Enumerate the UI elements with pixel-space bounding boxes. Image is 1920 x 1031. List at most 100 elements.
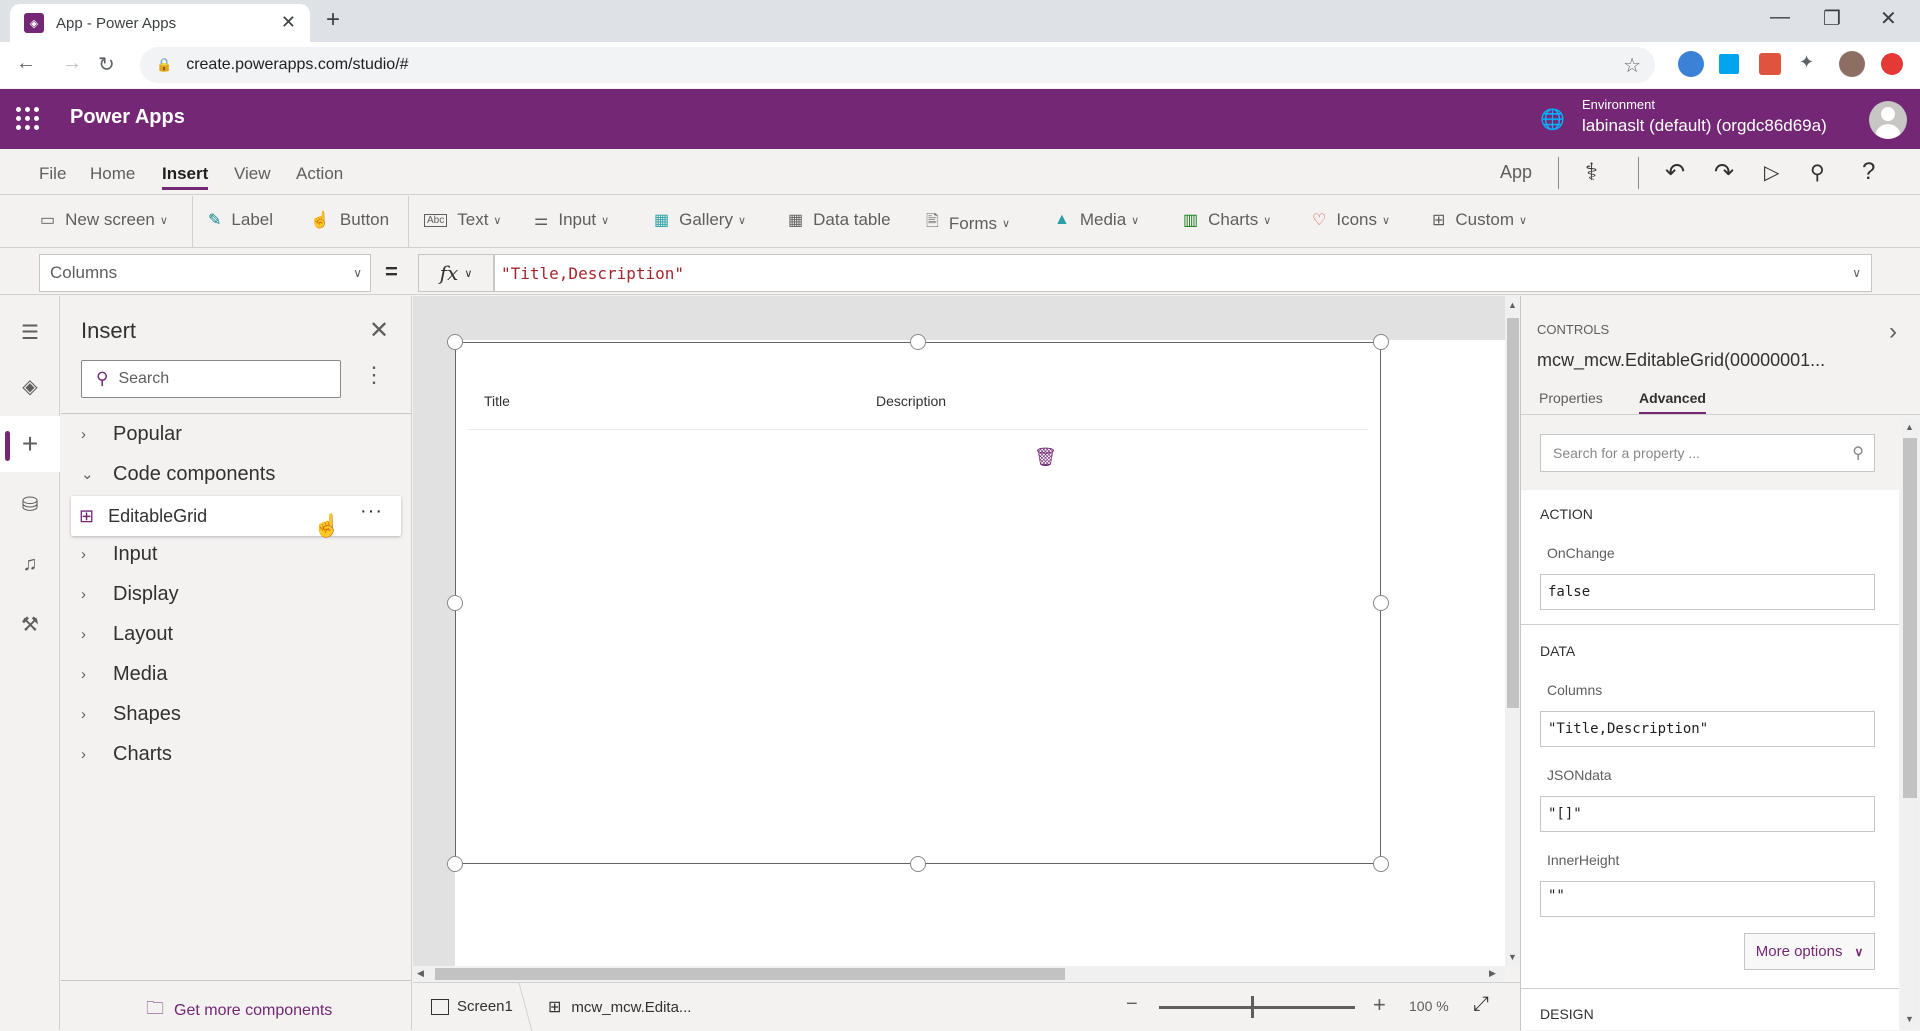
scroll-thumb[interactable] (1507, 318, 1519, 708)
control-breadcrumb[interactable]: ⊞ mcw_mcw.Edita... (548, 997, 691, 1017)
property-dropdown[interactable]: Columns ∨ (39, 254, 371, 292)
resize-handle-top-right[interactable] (1373, 334, 1389, 350)
undo-icon[interactable]: ↶ (1665, 158, 1685, 187)
app-checker-stethoscope-icon[interactable]: ⚕ (1585, 158, 1598, 187)
scroll-thumb[interactable] (1903, 438, 1917, 798)
tab-home[interactable]: Home (90, 164, 135, 184)
restore-button[interactable]: ❐ (1823, 6, 1841, 31)
bookmark-star-icon[interactable]: ☆ (1623, 53, 1641, 78)
expand-formula-icon[interactable]: ∨ (1852, 266, 1861, 280)
extension-globe-icon[interactable] (1678, 51, 1704, 77)
editable-grid-control[interactable]: Title Description 🗑 (455, 342, 1381, 864)
category-shapes[interactable]: › Shapes (81, 696, 181, 732)
close-icon[interactable]: ✕ (369, 316, 389, 345)
get-more-components-link[interactable]: 🗀 Get more components (146, 996, 332, 1026)
resize-handle-top-left[interactable] (447, 334, 463, 350)
browser-tab[interactable]: ◈ App - Power Apps ✕ (10, 4, 310, 42)
reload-icon[interactable]: ↻ (98, 52, 115, 77)
canvas-horizontal-scrollbar[interactable]: ◀ ▶ (413, 966, 1505, 981)
canvas-vertical-scrollbar[interactable]: ▲ ▼ (1505, 296, 1520, 966)
prop-input-jsondata[interactable]: "[]" (1540, 796, 1875, 832)
prop-input-onchange[interactable]: false (1540, 574, 1875, 610)
resize-handle-right[interactable] (1373, 595, 1389, 611)
close-tab-icon[interactable]: ✕ (281, 12, 296, 33)
tab-insert[interactable]: Insert (162, 164, 209, 190)
forward-icon[interactable]: → (62, 52, 82, 75)
back-icon[interactable]: ← (16, 52, 36, 75)
category-code-components[interactable]: ⌄ Code components (81, 456, 275, 492)
category-popular[interactable]: › Popular (81, 416, 182, 452)
label-button[interactable]: ✎ Label (208, 210, 273, 230)
input-button[interactable]: ⚌ Input ∨ (534, 210, 609, 230)
button-button[interactable]: ☝ Button (310, 210, 389, 230)
custom-button[interactable]: ⊞ Custom ∨ (1432, 210, 1527, 230)
properties-scrollbar[interactable]: ▲ ▼ (1901, 418, 1919, 1030)
gallery-button[interactable]: ▦ Gallery ∨ (654, 210, 746, 230)
resize-handle-bottom[interactable] (910, 856, 926, 872)
tree-view-layers-icon[interactable]: ◈ (0, 358, 60, 414)
preview-play-icon[interactable]: ▷ (1764, 160, 1779, 185)
extensions-puzzle-icon[interactable]: ✦ (1799, 52, 1825, 78)
prop-input-columns[interactable]: "Title,Description" (1540, 711, 1875, 747)
collapse-panel-icon[interactable]: › (1889, 318, 1897, 346)
editable-grid-item[interactable]: ⊞ EditableGrid ··· (71, 496, 401, 536)
extension-windows-icon[interactable] (1719, 54, 1739, 74)
category-charts[interactable]: › Charts (81, 736, 172, 772)
tab-action[interactable]: Action (296, 164, 343, 184)
minimize-button[interactable]: — (1770, 6, 1790, 29)
tab-advanced[interactable]: Advanced (1639, 390, 1706, 415)
app-launcher-icon[interactable] (16, 107, 40, 131)
share-user-icon[interactable]: ⚲ (1810, 160, 1825, 185)
scroll-up-arrow[interactable]: ▲ (1508, 300, 1517, 310)
address-bar[interactable]: 🔒 create.powerapps.com/studio/# ☆ (140, 47, 1655, 83)
fx-button[interactable]: fx ∨ (418, 254, 494, 292)
tab-view[interactable]: View (234, 164, 271, 184)
hamburger-menu-icon[interactable]: ☰ (0, 304, 60, 360)
fit-to-window-icon[interactable]: ⤢ (1473, 993, 1489, 1016)
resize-handle-left[interactable] (447, 595, 463, 611)
more-vertical-icon[interactable]: ⋮ (363, 362, 385, 388)
app-button[interactable]: App (1500, 162, 1532, 183)
media-icon[interactable]: ♫ (0, 536, 60, 592)
extension-react-icon[interactable] (1759, 53, 1781, 75)
scroll-up-arrow[interactable]: ▲ (1905, 422, 1914, 432)
zoom-in-button[interactable]: + (1373, 992, 1386, 1018)
text-button[interactable]: Abc Text ∨ (424, 210, 501, 230)
category-display[interactable]: › Display (81, 576, 179, 612)
insert-plus-icon[interactable]: + (0, 416, 60, 472)
user-avatar[interactable] (1869, 101, 1907, 139)
resize-handle-bottom-right[interactable] (1373, 856, 1389, 872)
screen-breadcrumb[interactable]: Screen1 (431, 998, 513, 1015)
more-options-icon[interactable]: ··· (360, 500, 383, 523)
scroll-down-arrow[interactable]: ▼ (1905, 1014, 1914, 1024)
category-layout[interactable]: › Layout (81, 616, 173, 652)
data-cylinder-icon[interactable]: ⛁ (0, 476, 60, 532)
formula-input[interactable]: "Title,Description" ∨ (494, 254, 1872, 292)
insert-search-input[interactable]: ⚲ Search (81, 360, 341, 398)
resize-handle-top[interactable] (910, 334, 926, 350)
tab-properties[interactable]: Properties (1539, 390, 1603, 406)
redo-icon[interactable]: ↷ (1714, 158, 1734, 187)
new-tab-button[interactable]: + (326, 6, 340, 34)
delete-trash-icon[interactable]: 🗑 (1034, 447, 1057, 468)
forms-button[interactable]: 🖹 Forms ∨ (926, 210, 1010, 237)
zoom-slider[interactable] (1159, 1006, 1355, 1009)
zoom-slider-thumb[interactable] (1251, 996, 1254, 1018)
resize-handle-bottom-left[interactable] (447, 856, 463, 872)
environment-name[interactable]: labinaslt (default) (orgdc86d69a) (1582, 116, 1827, 136)
help-icon[interactable]: ? (1862, 158, 1875, 186)
tab-file[interactable]: File (39, 164, 66, 184)
update-icon[interactable] (1881, 53, 1903, 75)
charts-button[interactable]: ▥ Charts ∨ (1183, 210, 1271, 230)
property-search-input[interactable]: Search for a property ... ⚲ (1540, 434, 1875, 472)
advanced-tools-icon[interactable]: ⚒ (0, 596, 60, 652)
new-screen-button[interactable]: ▭ New screen ∨ (40, 210, 168, 230)
category-media[interactable]: › Media (81, 656, 167, 692)
category-input[interactable]: › Input (81, 536, 157, 572)
prop-input-innerheight[interactable]: "" (1540, 881, 1875, 917)
profile-avatar[interactable] (1839, 51, 1865, 77)
close-window-button[interactable]: ✕ (1880, 6, 1897, 31)
icons-button[interactable]: ♡ Icons ∨ (1312, 210, 1390, 230)
zoom-out-button[interactable]: − (1126, 993, 1138, 1016)
media-button[interactable]: ▲ Media ∨ (1054, 210, 1139, 230)
